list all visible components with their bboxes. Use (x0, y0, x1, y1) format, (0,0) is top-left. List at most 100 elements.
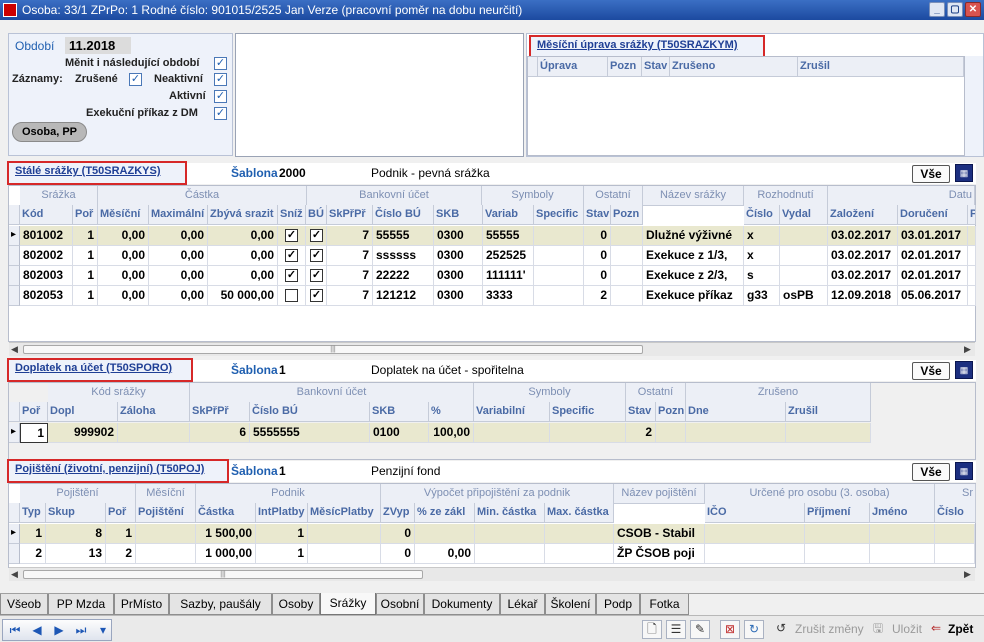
delete-icon[interactable]: ⊠ (720, 620, 740, 639)
pojisteni-cell-max[interactable] (545, 544, 614, 564)
stale-hscrollbar[interactable]: ◀ ||| ▶ (9, 342, 975, 356)
scroll-right-icon[interactable]: ▶ (964, 344, 971, 355)
stale-cell-doruceni[interactable]: 02.01.2017 (898, 246, 968, 266)
stale-scroll-thumb[interactable]: ||| (23, 345, 643, 354)
pojisteni-cell-castka[interactable]: 1 500,00 (196, 524, 256, 544)
pojisteni-col-prijmeni[interactable]: Příjmení (805, 503, 870, 523)
stale-cell-zbyva[interactable]: 0,00 (208, 226, 278, 246)
scroll-right-icon[interactable]: ▶ (964, 569, 971, 580)
sniz-checkbox[interactable] (285, 269, 298, 282)
row-indicator[interactable] (9, 286, 20, 306)
stale-cell-nazev[interactable]: Exekuce z 1/3, (643, 246, 744, 266)
row-indicator[interactable] (9, 524, 20, 544)
tab-9[interactable]: Lékař (500, 594, 545, 615)
neaktivni-checkbox[interactable] (214, 73, 227, 86)
scroll-left-icon[interactable]: ◀ (11, 344, 18, 355)
stale-cell-mesicni[interactable]: 0,00 (98, 246, 149, 266)
doplatek-col-pct[interactable]: % (429, 402, 474, 422)
memo-field[interactable] (235, 33, 524, 157)
doplatek-vse-button[interactable]: Vše (912, 362, 950, 380)
tab-6[interactable]: Srážky (320, 593, 376, 615)
pojisteni-cell-intplatby[interactable]: 1 (256, 544, 308, 564)
tools-icon[interactable]: ✎ (690, 620, 710, 639)
doplatek-col-skprpr[interactable]: SkPřPř (190, 402, 250, 422)
stale-cell-variab[interactable]: 252525 (483, 246, 534, 266)
pojisteni-col-por[interactable]: Poř (106, 503, 136, 523)
navigator-dropdown-icon[interactable]: ▾ (95, 622, 111, 638)
pojisteni-cell-pojisteni[interactable] (136, 524, 196, 544)
menit-checkbox[interactable] (214, 57, 227, 70)
back-button[interactable]: Zpět (948, 622, 973, 636)
row-indicator[interactable] (9, 266, 20, 286)
pojisteni-col-skup[interactable]: Skup (46, 503, 106, 523)
doplatek-cell-skprpr[interactable]: 6 (190, 423, 250, 443)
save-icon[interactable]: 🖫 (868, 620, 888, 639)
stale-cell-p[interactable] (968, 246, 976, 266)
pojisteni-scroll-thumb[interactable]: ||| (23, 570, 423, 579)
tab-1[interactable]: Všeob (0, 594, 48, 615)
mesicni-col-stav[interactable]: Stav (642, 57, 670, 77)
prev-record-icon[interactable]: ◀ (29, 622, 45, 638)
doplatek-col-stav[interactable]: Stav (626, 402, 656, 422)
stale-cell-specific[interactable] (534, 286, 584, 306)
pojisteni-col-intplatby[interactable]: IntPlatby (256, 503, 308, 523)
pojisteni-cell-zvyp[interactable]: 0 (381, 524, 415, 544)
doplatek-cell-variab[interactable] (474, 423, 550, 443)
stale-cell-zalozeni[interactable]: 03.02.2017 (828, 226, 898, 246)
stale-cell-zalozeni[interactable]: 03.02.2017 (828, 246, 898, 266)
stale-cell-kod[interactable]: 802002 (20, 246, 73, 266)
back-icon[interactable]: ⇐ (926, 620, 946, 639)
stale-cell-pozn[interactable] (611, 266, 643, 286)
pojisteni-sablona-value[interactable]: 1 (279, 464, 286, 478)
mesicni-col-zrusil[interactable]: Zrušil (798, 57, 964, 77)
stale-col-cislo[interactable]: Číslo (744, 205, 780, 225)
pojisteni-col-typ[interactable]: Typ (20, 503, 46, 523)
stale-col-variab[interactable]: Variab (483, 205, 534, 225)
pojisteni-col-pojisteni[interactable]: Pojištění (136, 503, 196, 523)
mesicni-col-pozn[interactable]: Pozn (608, 57, 642, 77)
doplatek-col-variab[interactable]: Variabilní (474, 402, 550, 422)
pojisteni-cell-pojisteni[interactable] (136, 544, 196, 564)
pojisteni-cell-nazev[interactable]: ŽP ČSOB poji (614, 544, 705, 564)
stale-cell-skb[interactable]: 0300 (434, 226, 483, 246)
minimize-button[interactable]: _ (929, 2, 945, 17)
pojisteni-col-ico[interactable]: IČO (705, 503, 805, 523)
stale-sablona-value[interactable]: 2000 (279, 166, 306, 180)
doplatek-col-zaloha[interactable]: Záloha (118, 402, 190, 422)
stale-cell-doruceni[interactable]: 03.01.2017 (898, 226, 968, 246)
cancel-changes-button[interactable]: Zrušit změny (795, 622, 864, 636)
stale-cell-mesicni[interactable]: 0,00 (98, 266, 149, 286)
first-record-icon[interactable]: ⏮ (7, 622, 23, 638)
row-indicator[interactable] (9, 544, 20, 564)
stale-cell-mesicni[interactable]: 0,00 (98, 286, 149, 306)
doplatek-col-dne[interactable]: Dne (686, 402, 786, 422)
pojisteni-cell-skup[interactable]: 13 (46, 544, 106, 564)
pojisteni-col-pct[interactable]: % ze zákl (415, 503, 475, 523)
row-indicator[interactable] (9, 226, 20, 246)
stale-col-mesicni[interactable]: Měsíční (98, 205, 149, 225)
stale-cell-skb[interactable]: 0300 (434, 286, 483, 306)
stale-cell-pozn[interactable] (611, 246, 643, 266)
bu-checkbox[interactable] (310, 269, 323, 282)
pojisteni-cell-jmeno[interactable] (870, 524, 935, 544)
stale-cell-p[interactable] (968, 286, 976, 306)
zrusene-checkbox[interactable] (129, 73, 142, 86)
stale-cell-doruceni[interactable]: 05.06.2017 (898, 286, 968, 306)
stale-cell-zbyva[interactable]: 0,00 (208, 266, 278, 286)
doplatek-col-zrusil[interactable]: Zrušil (786, 402, 871, 422)
stale-col-nazev[interactable] (643, 205, 744, 206)
pojisteni-cell-min[interactable] (475, 524, 545, 544)
stale-calculator-icon[interactable]: ▦ (955, 164, 973, 182)
stale-cell-kod[interactable]: 802003 (20, 266, 73, 286)
pojisteni-cell-skup[interactable]: 8 (46, 524, 106, 544)
stale-cell-mesicni[interactable]: 0,00 (98, 226, 149, 246)
stale-cell-por[interactable]: 1 (73, 286, 98, 306)
stale-cell-variab[interactable]: 55555 (483, 226, 534, 246)
doplatek-col-skb[interactable]: SKB (370, 402, 429, 422)
doplatek-cell-stav[interactable]: 2 (626, 423, 656, 443)
stale-col-vydal[interactable]: Vydal (780, 205, 828, 225)
stale-cell-stav[interactable]: 2 (584, 286, 611, 306)
stale-cell-skb[interactable]: 0300 (434, 246, 483, 266)
doplatek-cell-dne[interactable] (686, 423, 786, 443)
stale-vse-button[interactable]: Vše (912, 165, 950, 183)
